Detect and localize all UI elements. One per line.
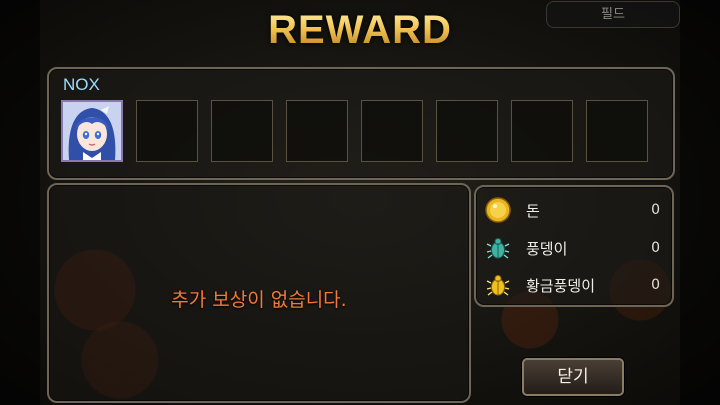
hero-reward-panel: NOX — [47, 67, 675, 180]
close-button[interactable]: 닫기 — [522, 358, 624, 396]
reward-slot — [361, 100, 423, 162]
reward-slots — [61, 100, 648, 162]
golden-beetle-icon — [484, 271, 512, 299]
right-edge-shade — [680, 0, 720, 405]
reward-slot — [511, 100, 573, 162]
extra-reward-panel: 추가 보상이 없습니다. — [47, 183, 471, 403]
reward-slot — [136, 100, 198, 162]
hero-portrait[interactable] — [61, 100, 123, 162]
anime-girl-portrait-icon — [63, 102, 121, 160]
resource-row-money: 돈 0 — [484, 195, 660, 225]
resource-row-beetle: 풍뎅이 0 — [484, 233, 660, 263]
resource-value: 0 — [651, 240, 660, 256]
resource-value: 0 — [651, 277, 660, 293]
reward-slot — [586, 100, 648, 162]
resource-label: 돈 — [526, 201, 540, 220]
resource-label: 황금풍뎅이 — [526, 276, 596, 295]
gold-coin-icon — [484, 196, 512, 224]
beetle-icon — [484, 234, 512, 262]
resource-value: 0 — [651, 202, 660, 218]
field-tab[interactable]: 필드 — [546, 1, 680, 28]
hero-name: NOX — [63, 75, 100, 94]
reward-slot — [286, 100, 348, 162]
no-extra-reward-message: 추가 보상이 없습니다. — [171, 289, 347, 311]
reward-slot — [436, 100, 498, 162]
resource-panel: 돈 0 풍뎅이 0 황금풍뎅이 0 — [474, 185, 674, 307]
resource-label: 풍뎅이 — [526, 239, 568, 258]
resource-row-golden-beetle: 황금풍뎅이 0 — [484, 270, 660, 300]
reward-slot — [211, 100, 273, 162]
left-edge-shade — [0, 0, 40, 405]
